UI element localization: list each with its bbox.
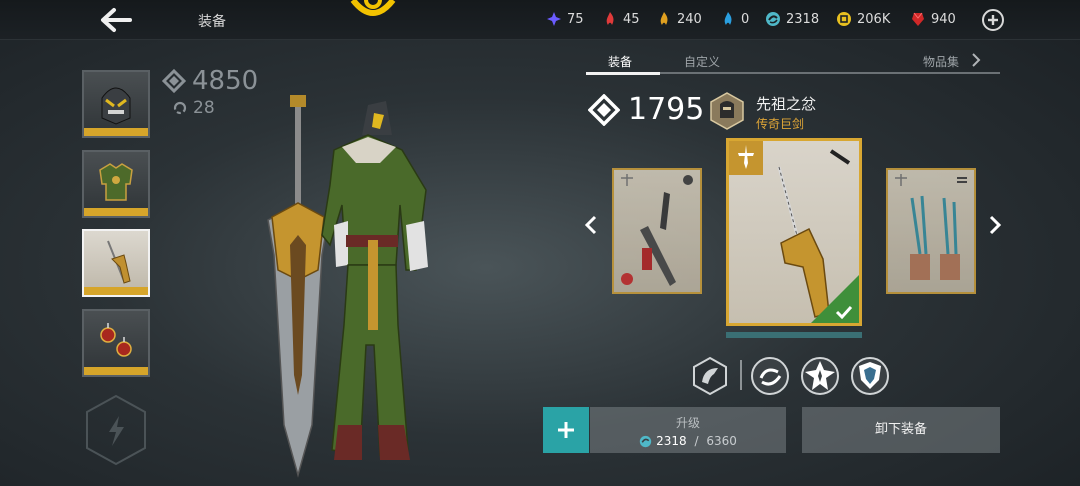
resource-value: 240 [677,11,702,27]
weapon-name: 先祖之忿 [756,95,817,113]
swirl-icon [683,175,693,185]
add-currency-icon[interactable] [982,9,1004,31]
resource-value: 2318 [786,11,820,27]
power-diamond-icon [162,69,186,93]
tab-equipment[interactable]: 装备 [608,53,632,70]
speed-icon [957,177,967,183]
perk-divider [740,360,742,390]
armor-icon [99,163,133,201]
resource-blue-gem[interactable]: 75 [546,11,584,27]
selected-card-bar [726,332,862,338]
weapon-skill-icon[interactable] [690,356,730,396]
slot-rarity-bar [84,208,148,216]
character-level: 28 [172,98,215,118]
slot-rarity-bar [84,287,148,295]
tab-item-sets[interactable]: 物品集 [923,53,959,70]
character-power-value: 4850 [192,66,259,96]
resource-value: 45 [623,11,640,27]
gear-slot-weapon[interactable] [82,229,150,297]
upgrade-separator: / [690,434,703,448]
gear-slot-armor[interactable] [82,150,150,218]
active-tab-indicator [586,72,660,75]
red-flame-icon [606,12,614,25]
red-crest-icon [621,273,633,285]
dragonfly-icon [621,174,633,186]
bombs-icon [100,323,132,357]
chevron-right-icon[interactable] [970,53,982,67]
unequip-button[interactable]: 卸下装备 [802,407,1000,453]
gold-flame-icon [660,12,668,25]
resource-blue-flame[interactable]: 0 [720,11,749,27]
resource-red-flame[interactable]: 45 [602,11,640,27]
upgrade-required: 6360 [706,434,737,448]
clan-emblem-icon[interactable] [349,0,397,22]
weapon-card-equipped-greatsword[interactable] [726,138,862,326]
weapon-card-claws[interactable] [886,168,976,294]
gear-slot-ranged[interactable] [82,309,150,377]
gold-coin-icon [837,12,851,26]
resource-teal-swirl[interactable]: 2318 [765,11,819,27]
weapon-power: 1795 [588,92,704,127]
teal-swirl-icon [766,12,780,26]
resource-value: 75 [567,11,584,27]
page-title: 装备 [198,14,226,30]
claws-icon [910,195,960,280]
ruby-icon [912,12,924,26]
weapon-power-value: 1795 [628,92,705,127]
upgrade-cost: 2318 / 6360 [590,434,786,448]
chevron-right-icon[interactable] [988,214,1002,236]
upgrade-button[interactable]: 升级 2318 / 6360 [590,407,786,453]
level-swirl-icon [173,101,187,115]
legendary-helmet-badge-icon [710,92,744,130]
upgrade-label: 升级 [675,416,700,430]
character-model [267,95,428,478]
gear-slot-helmet[interactable] [82,70,150,138]
katana-icon [640,192,676,286]
resource-value: 940 [931,11,956,27]
resource-gold-coin[interactable]: 206K [836,11,890,27]
perk-cross-crest-icon[interactable] [800,356,840,396]
power-diamond-icon [588,93,620,126]
slot-rarity-bar [84,367,148,375]
tab-customize[interactable]: 自定义 [684,53,720,70]
dragonfly-icon [895,174,907,186]
character-level-value: 28 [193,98,215,118]
weapon-card-katana[interactable] [612,168,702,294]
teal-swirl-icon [639,435,652,447]
perk-swirl-icon[interactable] [750,356,790,396]
chevron-left-icon[interactable] [584,214,598,236]
checkmark-icon [835,305,853,319]
equipment-tabs: 装备 自定义 物品集 [586,50,1000,74]
resource-value: 0 [741,11,750,27]
slot-rarity-bar [84,128,148,136]
resource-gold-flame[interactable]: 240 [656,11,702,27]
add-enhancement-button[interactable] [543,407,589,453]
locked-magic-slot-icon[interactable] [84,394,148,466]
blue-gem-icon [547,12,561,26]
resource-ruby[interactable]: 940 [910,11,956,27]
blue-flame-icon [724,12,732,25]
plus-icon [558,422,574,438]
weapon-rarity: 传奇巨剑 [756,117,805,131]
resource-value: 206K [857,11,891,27]
helmet-icon [101,87,131,125]
top-bar: 装备 75 45 240 0 2318 206K 940 [0,0,1080,40]
greatsword-icon [107,240,131,284]
character-power: 4850 [162,66,258,96]
perk-shield-icon[interactable] [850,356,890,396]
upgrade-current: 2318 [656,434,687,448]
back-arrow-icon[interactable] [96,4,136,36]
